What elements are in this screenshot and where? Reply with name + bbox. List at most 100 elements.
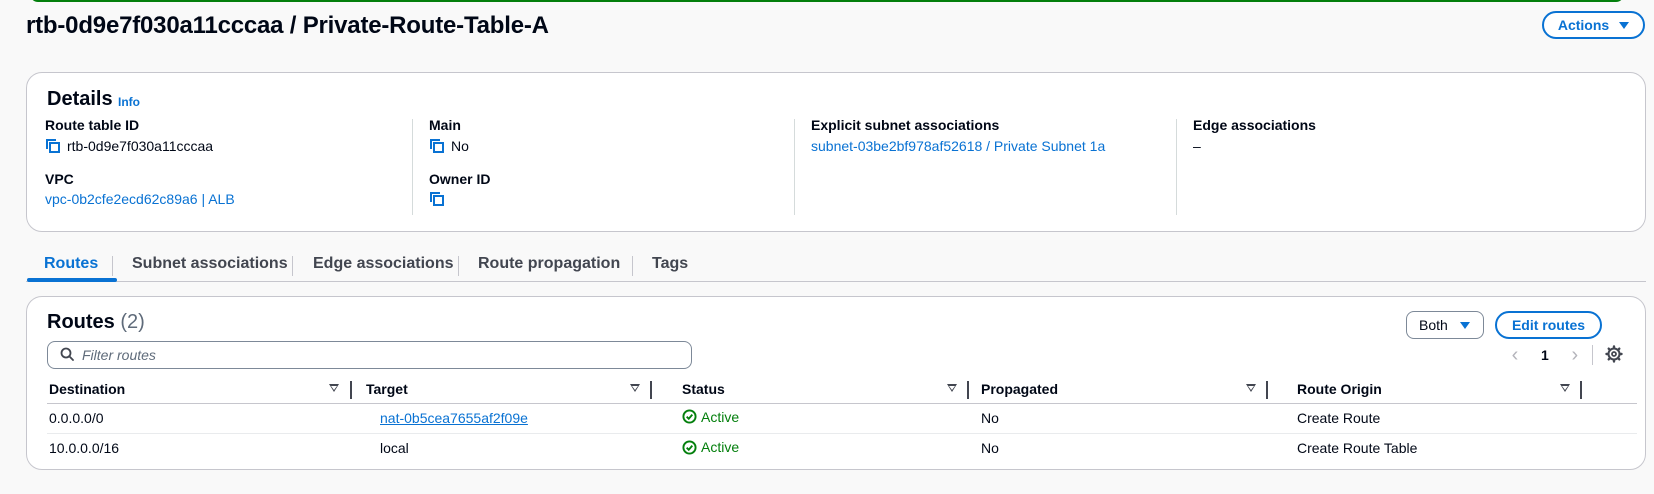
route-table-id-label: Route table ID <box>45 117 140 133</box>
tab-list: Routes Subnet associations Edge associat… <box>26 250 1646 282</box>
edit-routes-button[interactable]: Edit routes <box>1495 311 1602 339</box>
sort-icon[interactable] <box>329 384 339 392</box>
tab-divider <box>458 256 459 276</box>
tab-subnet-associations[interactable]: Subnet associations <box>132 250 288 282</box>
details-column-3: Explicit subnet associations subnet-03be… <box>811 117 1171 213</box>
target-cell: nat-0b5cea7655af2f09e <box>364 403 680 434</box>
check-circle-icon <box>682 409 697 424</box>
copy-icon[interactable] <box>45 138 61 154</box>
routes-title-text: Routes <box>47 311 115 333</box>
main-value: No <box>429 138 789 154</box>
destination-cell: 0.0.0.0/0 <box>47 403 364 434</box>
column-resizer[interactable] <box>650 381 652 399</box>
column-header-label: Propagated <box>981 380 1059 397</box>
column-header-label: Route Origin <box>1297 380 1382 397</box>
column-header-status[interactable]: Status <box>680 375 979 404</box>
vpc-link[interactable]: vpc-0b2cfe2ecd62c89a6 | ALB <box>45 191 405 207</box>
column-resizer[interactable] <box>1580 381 1582 399</box>
page-title: rtb-0d9e7f030a11cccaa / Private-Route-Ta… <box>26 12 549 39</box>
filter-routes-input[interactable] <box>82 347 662 363</box>
search-icon <box>60 347 74 364</box>
owner-id-label: Owner ID <box>429 171 491 187</box>
table-row: 10.0.0.0/16 local Active No Create Route… <box>47 433 1637 463</box>
table-header-row: Destination Target Status Propagated Rou… <box>47 375 1637 404</box>
vpc-label: VPC <box>45 171 74 187</box>
next-page-icon[interactable]: › <box>1565 345 1585 365</box>
column-divider <box>794 119 795 215</box>
explicit-subnet-link[interactable]: subnet-03be2bf978af52618 / Private Subne… <box>811 138 1171 154</box>
edge-associations-value: – <box>1193 138 1201 154</box>
explicit-subnet-label: Explicit subnet associations <box>811 117 1000 133</box>
routes-count: (2) <box>120 311 145 333</box>
routes-panel: Routes (2) Both Edit routes ‹ 1 › <box>26 296 1646 470</box>
column-divider <box>412 119 413 215</box>
propagated-cell: No <box>981 440 999 457</box>
status-text: Active <box>701 439 740 455</box>
tab-edge-associations[interactable]: Edge associations <box>313 250 454 282</box>
table-row: 0.0.0.0/0 nat-0b5cea7655af2f09e Active N… <box>47 403 1637 434</box>
edge-associations-label: Edge associations <box>1193 117 1316 133</box>
route-filter-value: Both <box>1419 317 1448 333</box>
active-tab-indicator <box>27 278 117 282</box>
target-cell: local <box>380 440 409 457</box>
route-filter-select[interactable]: Both <box>1406 311 1484 339</box>
status-cell: Active <box>680 403 979 434</box>
sort-icon[interactable] <box>1560 384 1570 392</box>
status-badge: Active <box>682 409 739 425</box>
details-column-2: Main No Owner ID <box>429 117 789 213</box>
actions-button[interactable]: Actions <box>1542 11 1645 39</box>
details-column-1: Route table ID rtb-0d9e7f030a11cccaa VPC… <box>45 117 405 213</box>
route-origin-cell: Create Route <box>1295 403 1637 434</box>
route-origin-cell: Create Route Table <box>1297 440 1418 457</box>
column-resizer[interactable] <box>967 381 969 399</box>
tab-divider <box>292 256 293 276</box>
sort-icon[interactable] <box>1246 384 1256 392</box>
main-label: Main <box>429 117 461 133</box>
main-value-text: No <box>451 138 469 154</box>
routes-title: Routes (2) <box>47 311 145 334</box>
tab-route-propagation[interactable]: Route propagation <box>478 250 620 282</box>
column-header-destination[interactable]: Destination <box>47 375 364 404</box>
success-flashbar <box>30 0 1624 2</box>
propagated-cell: No <box>979 403 1295 434</box>
tab-divider <box>632 256 633 276</box>
caret-down-icon <box>1459 321 1470 329</box>
column-header-label: Status <box>682 380 725 397</box>
column-header-label: Destination <box>49 380 126 397</box>
column-divider <box>1176 119 1177 215</box>
column-header-label: Target <box>366 380 408 397</box>
destination-cell: 10.0.0.0/16 <box>49 440 120 457</box>
details-column-4: Edge associations – <box>1193 117 1553 213</box>
previous-page-icon[interactable]: ‹ <box>1505 345 1525 365</box>
status-cell: Active <box>680 433 979 463</box>
owner-id-value <box>429 191 789 207</box>
pager-divider <box>1592 345 1593 365</box>
info-link[interactable]: Info <box>118 95 140 109</box>
target-link[interactable]: nat-0b5cea7655af2f09e <box>380 410 528 426</box>
sort-icon[interactable] <box>947 384 957 392</box>
routes-table: Destination Target Status Propagated Rou… <box>47 375 1637 463</box>
status-badge: Active <box>682 439 739 455</box>
route-table-id-value: rtb-0d9e7f030a11cccaa <box>45 138 405 154</box>
column-resizer[interactable] <box>1266 381 1268 399</box>
copy-icon[interactable] <box>429 191 445 207</box>
route-table-id-text: rtb-0d9e7f030a11cccaa <box>67 138 214 154</box>
caret-down-icon <box>1619 21 1630 29</box>
gear-icon[interactable] <box>1605 345 1623 366</box>
details-panel: Details Info Route table ID rtb-0d9e7f03… <box>26 72 1646 232</box>
column-resizer[interactable] <box>350 381 352 399</box>
details-title: Details <box>47 88 113 110</box>
actions-label: Actions <box>1557 17 1610 33</box>
copy-icon[interactable] <box>429 138 445 154</box>
filter-routes-field[interactable] <box>47 341 692 369</box>
sort-icon[interactable] <box>630 384 640 392</box>
column-header-route-origin[interactable]: Route Origin <box>1295 375 1637 404</box>
pagination: ‹ 1 › <box>1505 345 1585 365</box>
page-number[interactable]: 1 <box>1541 347 1549 363</box>
tab-tags[interactable]: Tags <box>652 250 688 282</box>
column-header-target[interactable]: Target <box>364 375 680 404</box>
tab-divider <box>112 256 113 276</box>
status-text: Active <box>701 408 740 425</box>
column-header-propagated[interactable]: Propagated <box>979 375 1295 404</box>
check-circle-icon <box>682 439 697 455</box>
